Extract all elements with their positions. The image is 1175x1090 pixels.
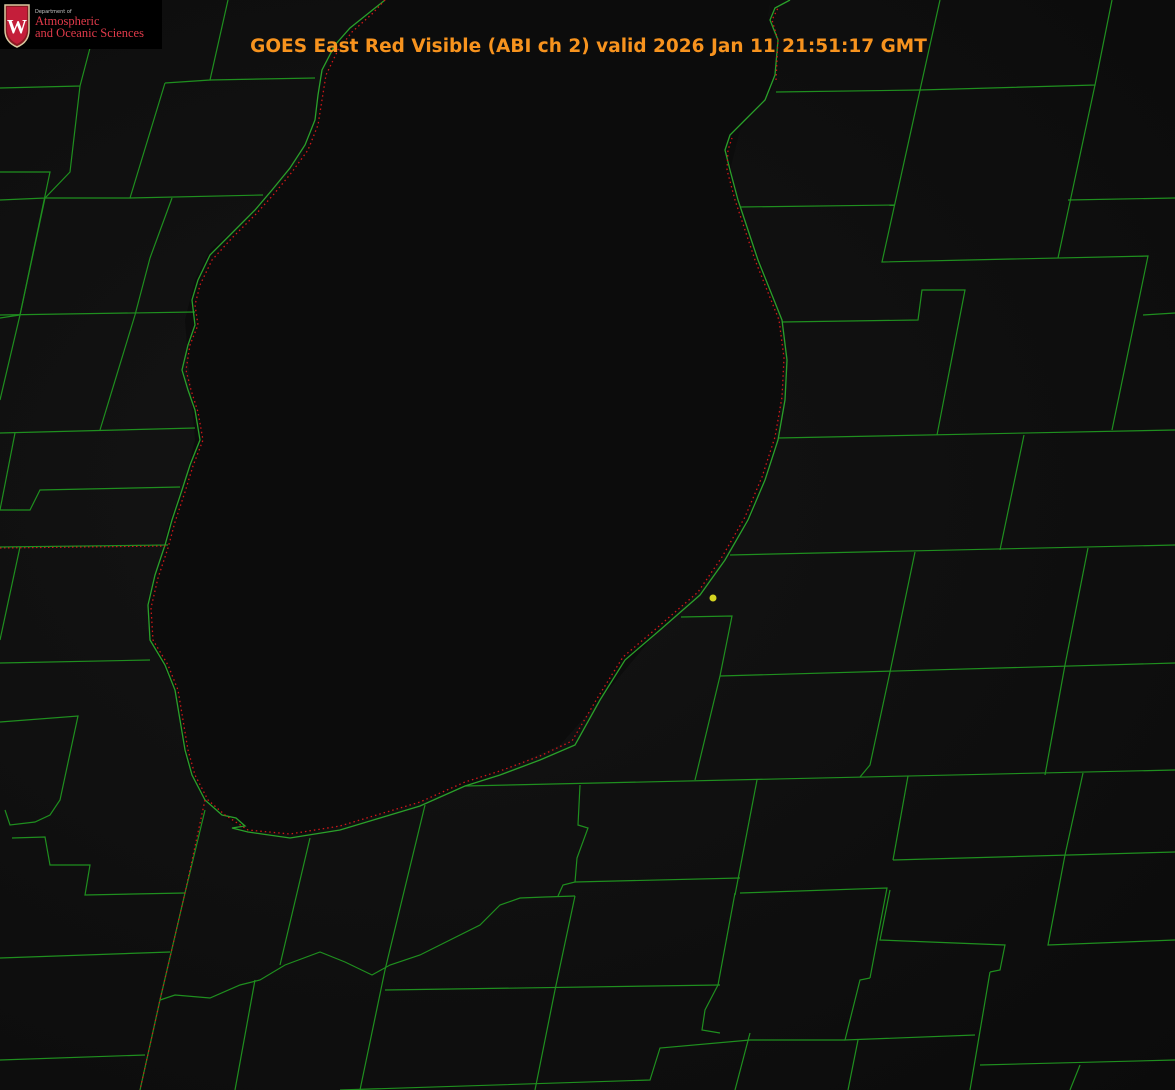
location-marker [709, 594, 717, 602]
seal-letter: W [7, 16, 27, 38]
lake-surface [148, 0, 785, 835]
image-title: GOES East Red Visible (ABI ch 2) valid 2… [0, 36, 1175, 57]
satellite-image [0, 0, 1175, 1090]
map-overlay [0, 0, 1175, 1090]
image-title-text: GOES East Red Visible (ABI ch 2) valid 2… [250, 36, 927, 57]
logo-text: Department of Atmospheric and Oceanic Sc… [35, 9, 144, 40]
